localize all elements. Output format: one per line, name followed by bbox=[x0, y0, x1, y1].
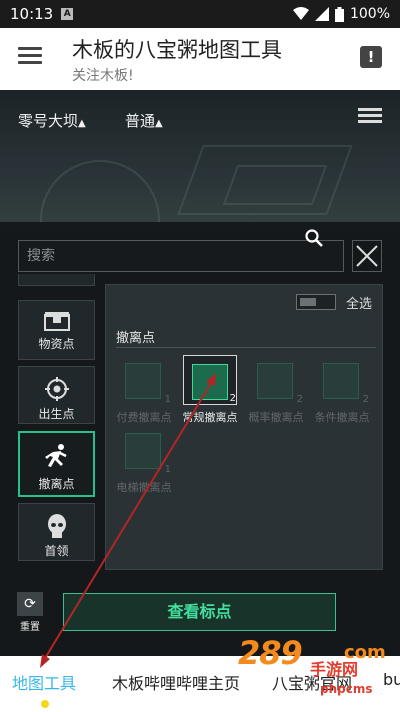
tab-bilibili-home[interactable]: 木板哔哩哔哩主页 bbox=[112, 670, 240, 694]
wifi-icon bbox=[292, 7, 309, 20]
refresh-icon: ⟳ bbox=[17, 592, 43, 616]
tab-official-site[interactable]: 八宝粥官网 bbox=[272, 670, 352, 694]
hamburger-menu-button[interactable] bbox=[18, 47, 42, 69]
extraction-item-elevator[interactable]: 1 电梯撤离点 bbox=[114, 425, 174, 495]
view-markers-button[interactable]: 查看标点 bbox=[63, 593, 336, 631]
item-label: 条件撤离点 bbox=[314, 411, 370, 424]
category-boss[interactable]: 首领 bbox=[18, 503, 95, 561]
skull-icon bbox=[47, 514, 66, 538]
item-label: 电梯撤离点 bbox=[116, 481, 172, 494]
active-tab-indicator bbox=[41, 700, 49, 708]
tab-partial[interactable]: bu bbox=[383, 670, 400, 689]
difficulty-selector-label: 普通 bbox=[125, 112, 156, 130]
elevator-extraction-icon bbox=[125, 433, 161, 469]
action-bar: ⟳ 重置 查看标点 bbox=[0, 570, 400, 656]
category-label: 物资点 bbox=[38, 337, 75, 351]
runner-icon bbox=[44, 444, 67, 467]
item-count: 1 bbox=[164, 464, 171, 475]
category-supply[interactable]: 物资点 bbox=[18, 300, 95, 360]
item-count: 2 bbox=[296, 394, 303, 405]
search-input[interactable]: 搜索 bbox=[18, 240, 344, 272]
extraction-item-probability[interactable]: 2 概率撤离点 bbox=[246, 355, 306, 425]
select-all-label: 全选 bbox=[346, 297, 373, 312]
extraction-content: 全选 撤离点 1 付费撤离点 2 常规撤离点 2 概率撤离点 2 条件撤离点 1… bbox=[105, 284, 383, 570]
bottom-tab-bar: 地图工具 木板哔哩哔哩主页 八宝粥官网 bu bbox=[0, 656, 400, 712]
section-divider bbox=[116, 347, 376, 348]
status-time: 10:13 bbox=[10, 5, 54, 23]
tab-map-tool[interactable]: 地图工具 bbox=[12, 670, 76, 694]
reset-button[interactable]: ⟳ 重置 bbox=[16, 592, 44, 633]
close-icon bbox=[356, 245, 378, 267]
sim-icon: A bbox=[61, 8, 74, 20]
category-spawn[interactable]: 出生点 bbox=[18, 366, 95, 424]
extraction-item-conditional[interactable]: 2 条件撤离点 bbox=[312, 355, 372, 425]
app-root: 10:13 A 100% 木板的八宝粥地图工具 关注木板! ! 零号大坝▲ 普通… bbox=[0, 0, 400, 712]
extraction-item-paid[interactable]: 1 付费撤离点 bbox=[114, 355, 174, 425]
item-count: 2 bbox=[362, 394, 369, 405]
regular-extraction-icon bbox=[192, 364, 228, 400]
reset-label: 重置 bbox=[20, 622, 40, 633]
map-tool-area: 零号大坝▲ 普通▲ 搜索 物资点 出生点 撤离点 首领 全选 撤离点 1 付费撤… bbox=[0, 90, 400, 656]
app-subtitle: 关注木板! bbox=[72, 68, 134, 84]
app-header: 木板的八宝粥地图工具 关注木板! ! bbox=[0, 28, 400, 90]
supply-box-icon bbox=[43, 312, 70, 331]
category-extraction[interactable]: 撤离点 bbox=[18, 431, 95, 497]
item-label: 常规撤离点 bbox=[182, 411, 238, 424]
category-label: 撤离点 bbox=[38, 477, 75, 491]
status-bar: 10:13 A 100% bbox=[0, 0, 400, 28]
report-icon[interactable]: ! bbox=[360, 46, 382, 68]
difficulty-selector[interactable]: 普通▲ bbox=[125, 110, 163, 131]
close-button[interactable] bbox=[352, 240, 382, 272]
conditional-extraction-icon bbox=[323, 363, 359, 399]
category-label: 首领 bbox=[44, 544, 69, 558]
search-icon[interactable] bbox=[305, 229, 323, 247]
map-selector-label: 零号大坝 bbox=[18, 112, 79, 130]
map-selector[interactable]: 零号大坝▲ bbox=[18, 110, 86, 131]
section-title: 撤离点 bbox=[116, 331, 156, 346]
status-right: 100% bbox=[292, 6, 390, 22]
signal-icon bbox=[314, 7, 329, 21]
paid-extraction-icon bbox=[125, 363, 161, 399]
item-label: 付费撤离点 bbox=[116, 411, 172, 424]
category-label: 出生点 bbox=[38, 407, 75, 421]
battery-icon bbox=[334, 6, 344, 22]
battery-level: 100% bbox=[349, 6, 390, 22]
category-partial bbox=[18, 274, 95, 286]
item-label: 概率撤离点 bbox=[248, 411, 304, 424]
spawn-target-icon bbox=[44, 377, 69, 401]
list-icon[interactable] bbox=[358, 108, 382, 126]
extraction-item-regular[interactable]: 2 常规撤离点 bbox=[180, 355, 240, 425]
item-count: 1 bbox=[164, 394, 171, 405]
select-all-toggle[interactable] bbox=[296, 294, 336, 310]
caret-up-icon: ▲ bbox=[78, 118, 86, 129]
caret-up-icon: ▲ bbox=[155, 118, 163, 129]
app-title: 木板的八宝粥地图工具 bbox=[72, 38, 282, 62]
item-count: 2 bbox=[229, 393, 236, 404]
probability-extraction-icon bbox=[257, 363, 293, 399]
